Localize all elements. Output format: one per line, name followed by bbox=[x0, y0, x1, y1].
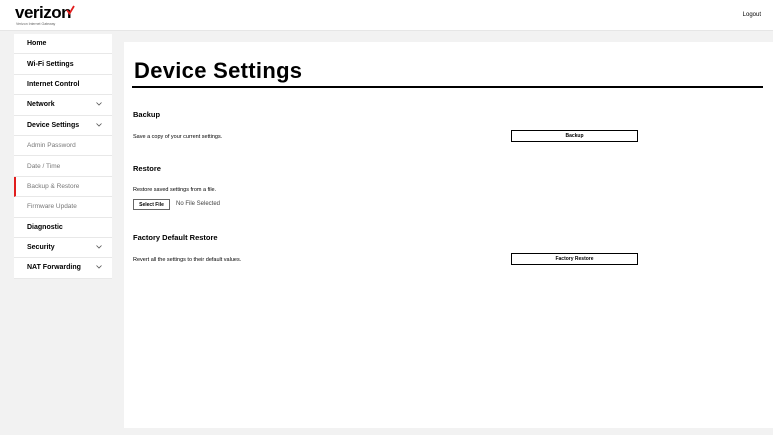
sidebar-item-label: Diagnostic bbox=[27, 223, 63, 231]
backup-description: Save a copy of your current settings. bbox=[133, 134, 223, 140]
sidebar-item-label: Admin Password bbox=[27, 142, 76, 150]
sidebar-item-wifi-settings[interactable]: Wi-Fi Settings bbox=[14, 54, 112, 75]
brand-tagline: Verizon Internet Gateway bbox=[16, 22, 56, 26]
chevron-down-icon bbox=[96, 122, 102, 127]
factory-restore-button[interactable]: Factory Restore bbox=[511, 253, 638, 265]
sidebar-item-home[interactable]: Home bbox=[14, 34, 112, 55]
file-status-text: No File Selected bbox=[176, 201, 221, 207]
sidebar-item-network[interactable]: Network bbox=[14, 95, 112, 116]
brand-name: verizon bbox=[15, 3, 72, 22]
sidebar-item-label: Security bbox=[27, 244, 55, 252]
main-panel: Device Settings Backup Save a copy of yo… bbox=[124, 42, 773, 428]
backup-heading: Backup bbox=[133, 110, 161, 119]
page-title: Device Settings bbox=[134, 58, 303, 83]
checkmark-icon bbox=[66, 5, 75, 15]
sidebar-item-label: Internet Control bbox=[27, 80, 80, 88]
sidebar-item-internet-control[interactable]: Internet Control bbox=[14, 75, 112, 96]
logout-link[interactable]: Logout bbox=[743, 12, 761, 18]
top-header: verizon Verizon Internet Gateway Logout bbox=[0, 0, 773, 31]
sidebar-item-label: Firmware Update bbox=[27, 203, 77, 211]
select-file-button[interactable]: Select File bbox=[133, 199, 170, 210]
sidebar-item-label: Network bbox=[27, 101, 55, 109]
sidebar-item-nat-forwarding[interactable]: NAT Forwarding bbox=[14, 258, 112, 279]
title-divider bbox=[132, 86, 763, 88]
sidebar-item-diagnostic[interactable]: Diagnostic bbox=[14, 218, 112, 238]
sidebar-item-label: Date / Time bbox=[27, 162, 61, 170]
restore-description: Restore saved settings from a file. bbox=[133, 187, 217, 193]
sidebar-item-admin-password[interactable]: Admin Password bbox=[14, 136, 112, 157]
sidebar-item-label: Wi-Fi Settings bbox=[27, 60, 74, 68]
factory-restore-description: Revert all the settings to their default… bbox=[133, 257, 242, 263]
sidebar-item-label: NAT Forwarding bbox=[27, 264, 81, 272]
verizon-logo[interactable]: verizon Verizon Internet Gateway bbox=[15, 3, 75, 26]
sidebar-item-label: Device Settings bbox=[27, 121, 80, 129]
sidebar-item-firmware-update[interactable]: Firmware Update bbox=[14, 197, 112, 218]
chevron-down-icon bbox=[96, 245, 102, 249]
sidebar-item-date-time[interactable]: Date / Time bbox=[14, 156, 112, 177]
chevron-down-icon bbox=[96, 102, 102, 106]
factory-restore-heading: Factory Default Restore bbox=[133, 233, 218, 242]
sidebar-item-backup-restore[interactable]: Backup & Restore bbox=[14, 176, 112, 198]
sidebar-nav: Home Wi-Fi Settings Internet Control Net… bbox=[14, 34, 112, 279]
chevron-down-icon bbox=[96, 265, 102, 269]
sidebar-item-label: Home bbox=[27, 40, 47, 48]
sidebar-item-label: Backup & Restore bbox=[27, 182, 80, 190]
backup-button[interactable]: Backup bbox=[511, 130, 638, 142]
restore-heading: Restore bbox=[133, 164, 161, 173]
sidebar-item-security[interactable]: Security bbox=[14, 238, 112, 259]
sidebar-item-device-settings[interactable]: Device Settings bbox=[14, 116, 112, 136]
